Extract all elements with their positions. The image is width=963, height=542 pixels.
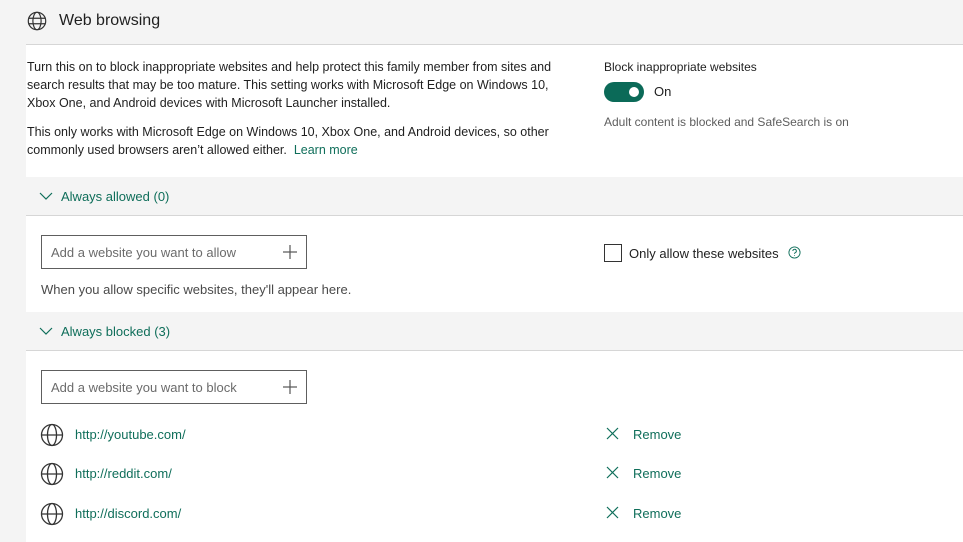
chevron-down-icon (39, 192, 53, 200)
always-allowed-header[interactable]: Always allowed (0) (26, 177, 963, 216)
toggle-state-label: On (654, 84, 672, 99)
globe-icon (40, 423, 64, 447)
help-icon[interactable] (788, 246, 801, 259)
section-title: Web browsing (59, 12, 161, 29)
blocked-site-row: http://youtube.com/ Remove (26, 417, 963, 453)
description-paragraph-1: Turn this on to block inappropriate webs… (27, 60, 552, 110)
block-inappropriate-label: Block inappropriate websites (604, 60, 757, 74)
remove-label: Remove (633, 466, 682, 481)
description-paragraph-2: This only works with Microsoft Edge on W… (27, 125, 549, 157)
blocked-site-row: http://discord.com/ Remove (26, 496, 963, 532)
globe-icon (40, 502, 64, 526)
web-browsing-header: Web browsing (0, 0, 963, 44)
always-allowed-title: Always allowed (0) (61, 189, 170, 204)
plus-icon[interactable] (283, 380, 297, 394)
close-icon (606, 506, 619, 519)
learn-more-link[interactable]: Learn more (294, 143, 358, 157)
close-icon (606, 427, 619, 440)
close-icon (606, 466, 619, 479)
globe-icon (40, 462, 64, 486)
plus-icon[interactable] (283, 245, 297, 259)
always-blocked-title: Always blocked (3) (61, 324, 171, 339)
blocked-site-url[interactable]: http://reddit.com/ (75, 466, 172, 481)
always-blocked-header[interactable]: Always blocked (3) (26, 312, 963, 351)
toggle-knob (629, 87, 639, 97)
block-website-field (41, 370, 307, 404)
chevron-down-icon (39, 327, 53, 335)
only-allow-label: Only allow these websites (629, 246, 779, 261)
blocked-site-url[interactable]: http://youtube.com/ (75, 427, 186, 442)
remove-label: Remove (633, 427, 682, 442)
only-allow-checkbox[interactable] (604, 244, 622, 262)
allow-website-input[interactable] (51, 236, 271, 268)
globe-icon (27, 11, 47, 31)
allowed-empty-hint: When you allow specific websites, they'l… (41, 282, 352, 297)
blocked-site-url[interactable]: http://discord.com/ (75, 506, 181, 521)
blocked-site-row: http://reddit.com/ Remove (26, 456, 963, 492)
remove-label: Remove (633, 506, 682, 521)
block-status-text: Adult content is blocked and SafeSearch … (604, 115, 849, 129)
block-website-input[interactable] (51, 371, 271, 403)
allow-website-field (41, 235, 307, 269)
block-inappropriate-toggle[interactable] (604, 82, 644, 102)
